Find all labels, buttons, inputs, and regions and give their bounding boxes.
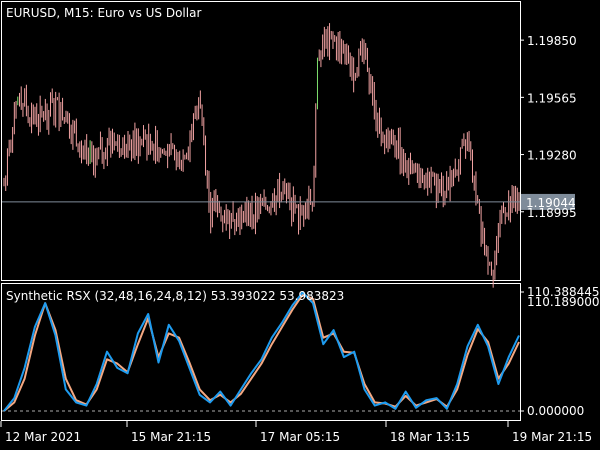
mt5-chart[interactable]: 1.19044 1.198501.195651.192801.18995 110… — [0, 0, 600, 450]
time-tick-label: 18 Mar 13:15 — [390, 430, 470, 444]
time-tick-label: 17 Mar 05:15 — [260, 430, 340, 444]
time-tick-label: 19 Mar 21:15 — [512, 430, 592, 444]
rsx-top-label-overlap: 110.189000 — [527, 295, 600, 309]
indicator-label: Synthetic RSX (32,48,16,24,8,12) 53.3930… — [6, 289, 344, 303]
chart-title: EURUSD, M15: Euro vs US Dollar — [6, 6, 201, 20]
price-tick-label: 1.19280 — [527, 149, 577, 163]
price-tick-label: 1.19850 — [527, 34, 577, 48]
price-tick-label: 1.19565 — [527, 91, 577, 105]
rsx-bottom-label: 0.000000 — [527, 404, 584, 418]
price-tick-label: 1.18995 — [527, 206, 577, 220]
time-tick-label: 15 Mar 21:15 — [131, 430, 211, 444]
time-tick-label: 12 Mar 2021 — [5, 430, 81, 444]
